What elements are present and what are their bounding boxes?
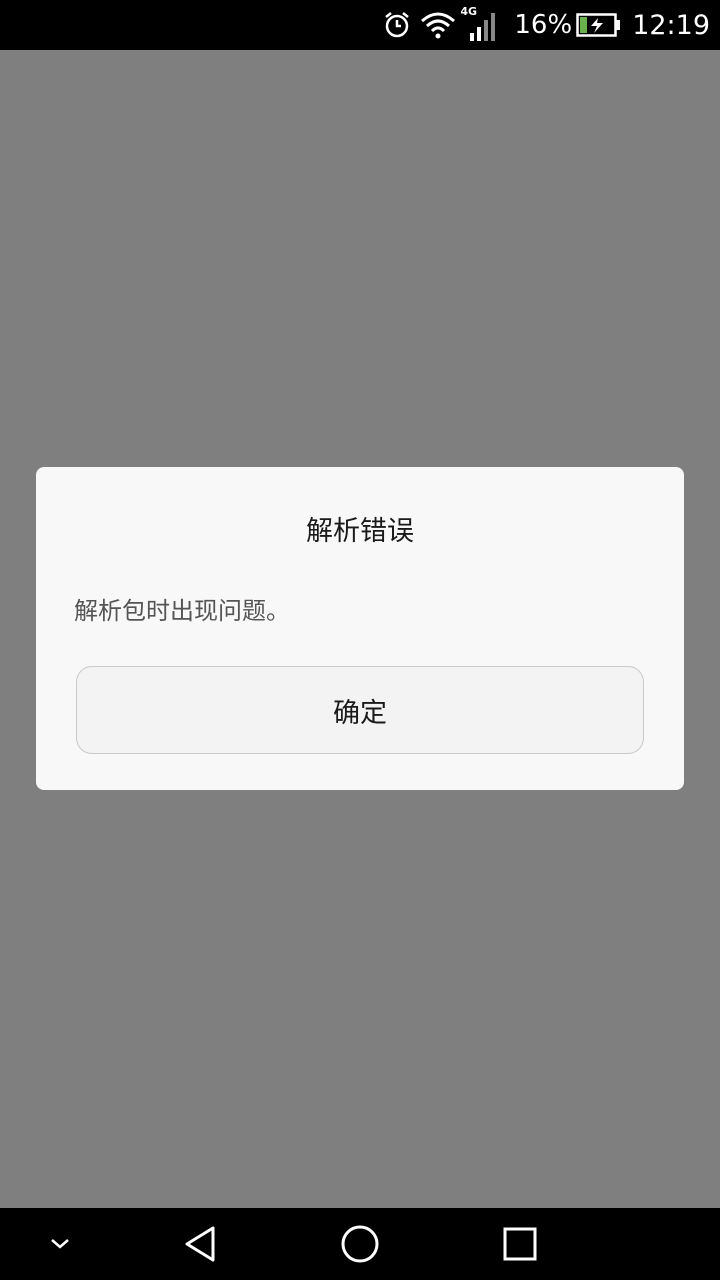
recents-icon[interactable] [500, 1224, 540, 1264]
ok-button[interactable]: 确定 [76, 666, 644, 754]
chevron-down-icon[interactable] [40, 1224, 80, 1264]
network-type-label: 4G [460, 5, 478, 18]
clock-time: 12:19 [632, 9, 710, 41]
status-bar: 4G 16% 12:19 [0, 0, 720, 50]
dialog-message: 解析包时出现问题。 [74, 597, 290, 625]
signal-icon: 4G [460, 5, 500, 43]
battery-percent: 16% [514, 10, 573, 40]
wifi-icon [418, 10, 458, 40]
dialog-title: 解析错误 [306, 516, 414, 547]
back-icon[interactable] [180, 1224, 220, 1264]
battery-charging-icon [576, 10, 622, 40]
navigation-bar [0, 1208, 720, 1280]
home-icon[interactable] [340, 1224, 380, 1264]
error-dialog: 解析错误 解析包时出现问题。 确定 [36, 467, 684, 790]
status-icons: 4G 16% 12:19 [382, 0, 710, 50]
alarm-icon [382, 10, 412, 40]
